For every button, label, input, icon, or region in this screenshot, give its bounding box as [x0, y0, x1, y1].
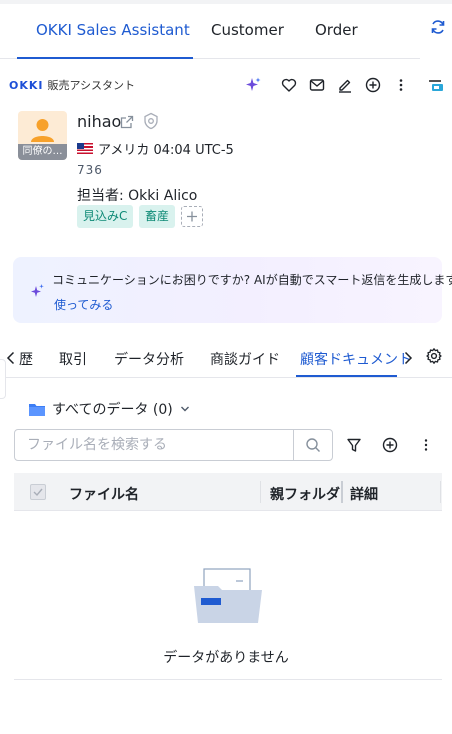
customer-name[interactable]: nihao	[77, 112, 121, 131]
customer-owner: 担当者: Okki Alico	[77, 188, 198, 204]
plus-circle-icon[interactable]	[364, 76, 382, 94]
mail-icon[interactable]	[308, 76, 326, 94]
ai-sparkle-icon	[29, 283, 45, 299]
folder-label: すべてのデータ (0)	[52, 402, 173, 418]
tab-data-analysis[interactable]: データ分析	[114, 349, 184, 369]
file-search	[14, 429, 333, 461]
tab-okki-sales-assistant[interactable]: OKKI Sales Assistant	[36, 21, 190, 39]
ai-reply-banner	[13, 257, 442, 323]
avatar-tag: 同僚の…	[18, 144, 67, 160]
customer-name-row: nihao	[77, 112, 121, 131]
column-divider	[341, 481, 343, 503]
chevron-left-icon[interactable]	[4, 349, 18, 367]
logo-subtitle: 販売アシスタント	[47, 79, 136, 92]
column-file-name[interactable]: ファイル名	[69, 484, 139, 504]
tab-history[interactable]: 歴	[19, 349, 33, 369]
tab-customer-documents[interactable]: 顧客ドキュメント	[300, 349, 412, 369]
external-link-icon[interactable]	[119, 114, 135, 130]
try-it-link[interactable]: 使ってみる	[54, 296, 113, 313]
add-file-icon[interactable]	[380, 435, 400, 455]
refresh-icon[interactable]	[429, 18, 447, 36]
tab-deals[interactable]: 取引	[59, 349, 87, 369]
shield-icon[interactable]	[142, 112, 160, 130]
top-tab-bar: OKKI Sales Assistant Customer Order	[0, 4, 420, 59]
us-flag-icon	[77, 143, 93, 154]
avatar: 同僚の…	[18, 111, 67, 160]
tab-deal-guide[interactable]: 商談ガイド	[210, 349, 280, 369]
folder-icon	[29, 404, 45, 416]
gear-icon[interactable]	[425, 347, 443, 365]
add-tag-button[interactable]	[181, 206, 203, 227]
tag-prospect[interactable]: 見込みC	[77, 205, 134, 228]
country-time: アメリカ 04:04 UTC-5	[98, 143, 234, 158]
filter-icon[interactable]	[344, 435, 364, 455]
active-tab-indicator	[17, 57, 193, 59]
column-parent-folder[interactable]: 親フォルダー	[270, 484, 342, 504]
column-divider	[440, 481, 441, 503]
edit-icon[interactable]	[336, 76, 354, 94]
chevron-down-icon	[180, 406, 189, 412]
select-all-checkbox[interactable]	[30, 484, 46, 500]
heart-icon[interactable]	[280, 76, 298, 94]
detail-tab-bar: 歴 取引 データ分析 商談ガイド 顧客ドキュメント	[0, 338, 452, 378]
banner-text: コミュニケーションにお困りですか? AIが自動でスマート返信を生成します。	[52, 273, 452, 287]
side-collapse-handle[interactable]	[0, 359, 6, 399]
search-input[interactable]	[15, 430, 295, 460]
chevron-right-icon[interactable]	[401, 349, 415, 367]
folder-selector[interactable]: すべてのデータ (0)	[28, 399, 191, 419]
tag-industry[interactable]: 畜産	[139, 205, 176, 228]
search-icon	[306, 438, 320, 452]
more-options-icon[interactable]	[416, 435, 436, 455]
sparkle-icon[interactable]	[244, 76, 262, 94]
customer-location: アメリカ 04:04 UTC-5	[77, 139, 234, 158]
tab-order[interactable]: Order	[315, 21, 358, 39]
more-icon[interactable]	[392, 76, 410, 94]
logo-text: OKKI	[9, 78, 44, 92]
column-details[interactable]: 詳細	[350, 484, 378, 504]
table-header: ファイル名 親フォルダー 詳細	[14, 473, 442, 511]
empty-state-text: データがありません	[163, 650, 289, 666]
table-bottom-divider	[14, 679, 442, 680]
active-tab2-indicator	[296, 375, 397, 377]
customer-phone: 736	[77, 163, 103, 177]
column-divider	[260, 481, 261, 503]
okki-logo: OKKI 販売アシスタント	[9, 77, 135, 93]
empty-folder-icon	[192, 566, 264, 624]
tab-customer[interactable]: Customer	[211, 21, 284, 39]
search-button[interactable]	[293, 430, 332, 460]
app-icon[interactable]	[427, 76, 445, 94]
